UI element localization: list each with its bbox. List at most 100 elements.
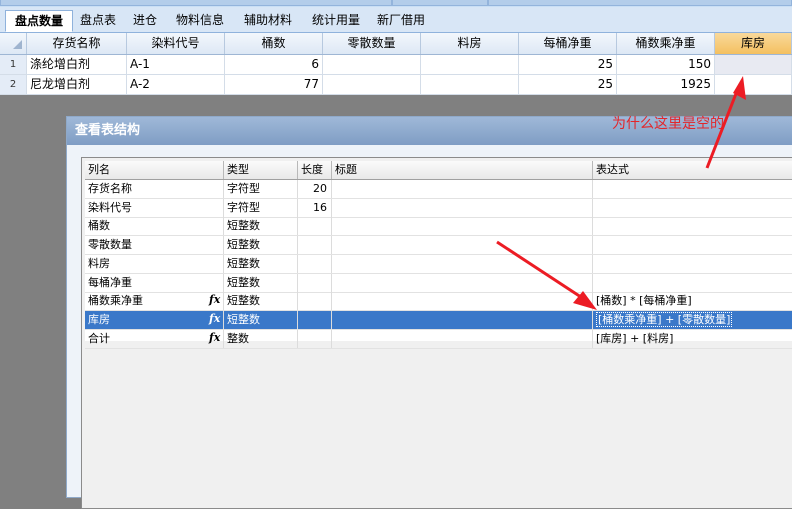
cell-expression[interactable]: [库房] + [料房] bbox=[593, 330, 792, 348]
cell-loose-qty[interactable] bbox=[323, 75, 421, 94]
cell-column-name[interactable]: 料房 bbox=[85, 254, 224, 273]
col-header-loose-qty[interactable]: 零散数量 bbox=[323, 33, 421, 54]
cell-length[interactable] bbox=[298, 236, 332, 255]
cell-material-room[interactable] bbox=[421, 55, 519, 74]
cell-item-name[interactable]: 涤纶增白剂 bbox=[27, 55, 127, 74]
tab-warehouse-in[interactable]: 进仓 bbox=[126, 10, 164, 30]
cell-type[interactable]: 短整数 bbox=[224, 254, 298, 273]
cell-caption[interactable] bbox=[332, 310, 593, 329]
top-strip-segment bbox=[0, 0, 392, 6]
cell-type[interactable]: 短整数 bbox=[224, 310, 298, 329]
cell-length[interactable]: 20 bbox=[298, 180, 332, 198]
grid-corner[interactable] bbox=[0, 33, 27, 54]
cell-caption[interactable] bbox=[332, 292, 593, 311]
cell-barrels[interactable]: 6 bbox=[225, 55, 323, 74]
cell-length[interactable]: 16 bbox=[298, 198, 332, 217]
cell-length[interactable] bbox=[298, 254, 332, 273]
structure-row[interactable]: 存货名称 字符型 20 bbox=[85, 180, 792, 199]
cell-barrels-times-net[interactable]: 150 bbox=[617, 55, 715, 74]
cell-expression[interactable] bbox=[593, 217, 792, 235]
cell-loose-qty[interactable] bbox=[323, 55, 421, 74]
cell-expression[interactable]: [桶数乘净重] + [零散数量] bbox=[593, 311, 792, 329]
col-header-length[interactable]: 长度 bbox=[298, 161, 332, 179]
tab-new-plant-borrow[interactable]: 新厂借用 bbox=[372, 10, 430, 30]
tab-usage-stats[interactable]: 统计用量 bbox=[304, 10, 368, 30]
cell-expression[interactable] bbox=[593, 236, 792, 254]
cell-column-name[interactable]: 库房 bbox=[85, 310, 224, 329]
col-header-material-room[interactable]: 料房 bbox=[421, 33, 519, 54]
cell-caption[interactable] bbox=[332, 329, 593, 348]
cell-barrels[interactable]: 77 bbox=[225, 75, 323, 94]
cell-length[interactable] bbox=[298, 273, 332, 292]
col-header-expression[interactable]: 表达式 bbox=[593, 161, 792, 179]
structure-row[interactable]: 零散数量 短整数 bbox=[85, 236, 792, 256]
cell-type[interactable]: 短整数 bbox=[224, 292, 298, 311]
cell-material-room[interactable] bbox=[421, 75, 519, 94]
cell-column-name[interactable]: 存货名称 bbox=[85, 180, 224, 198]
formula-icon: fx bbox=[209, 330, 221, 344]
cell-column-name[interactable]: 合计 bbox=[85, 329, 224, 348]
col-header-dye-code[interactable]: 染料代号 bbox=[127, 33, 225, 54]
structure-row[interactable]: 每桶净重 短整数 bbox=[85, 273, 792, 293]
cell-caption[interactable] bbox=[332, 254, 593, 273]
col-header-type[interactable]: 类型 bbox=[224, 161, 298, 179]
structure-row[interactable]: 库房 fx 短整数 [桶数乘净重] + [零散数量] bbox=[85, 310, 792, 330]
cell-expression[interactable] bbox=[593, 274, 792, 292]
cell-caption[interactable] bbox=[332, 217, 593, 236]
cell-column-name[interactable]: 染料代号 bbox=[85, 198, 224, 217]
cell-caption[interactable] bbox=[332, 180, 593, 198]
tab-inventory-sheet[interactable]: 盘点表 bbox=[74, 10, 122, 30]
structure-row[interactable]: 桶数 短整数 bbox=[85, 217, 792, 237]
cell-column-name[interactable]: 桶数 bbox=[85, 217, 224, 236]
col-header-warehouse[interactable]: 库房 bbox=[715, 33, 792, 54]
tab-bar: 盘点数量 盘点表 进仓 物料信息 辅助材料 统计用量 新厂借用 bbox=[0, 7, 792, 33]
structure-row[interactable]: 染料代号 字符型 16 bbox=[85, 198, 792, 218]
cell-length[interactable] bbox=[298, 292, 332, 311]
col-header-caption[interactable]: 标题 bbox=[332, 161, 593, 179]
cell-caption[interactable] bbox=[332, 236, 593, 255]
cell-type[interactable]: 短整数 bbox=[224, 273, 298, 292]
cell-dye-code[interactable]: A-2 bbox=[127, 75, 225, 94]
cell-type[interactable]: 字符型 bbox=[224, 198, 298, 217]
cell-column-name[interactable]: 零散数量 bbox=[85, 236, 224, 255]
tab-material-info[interactable]: 物料信息 bbox=[168, 10, 232, 30]
cell-type[interactable]: 字符型 bbox=[224, 180, 298, 198]
cell-expression[interactable] bbox=[593, 180, 792, 198]
cell-warehouse[interactable] bbox=[715, 55, 792, 74]
structure-row[interactable]: 合计 fx 整数 [库房] + [料房] bbox=[85, 329, 792, 349]
table-row[interactable]: 2 尼龙增白剂 A-2 77 25 1925 bbox=[0, 75, 792, 95]
cell-expression[interactable] bbox=[593, 255, 792, 273]
cell-dye-code[interactable]: A-1 bbox=[127, 55, 225, 74]
cell-expression[interactable]: [桶数] * [每桶净重] bbox=[593, 292, 792, 310]
col-header-net-per-barrel[interactable]: 每桶净重 bbox=[519, 33, 617, 54]
cell-caption[interactable] bbox=[332, 273, 593, 292]
cell-length[interactable] bbox=[298, 329, 332, 348]
tab-inventory-count[interactable]: 盘点数量 bbox=[5, 10, 73, 32]
table-structure-dialog: 查看表结构 列名 类型 长度 标题 表达式 存货名称 字符型 20 染料代号 字符型 16… bbox=[66, 116, 792, 509]
structure-row[interactable]: 料房 短整数 bbox=[85, 254, 792, 274]
col-header-barrels[interactable]: 桶数 bbox=[225, 33, 323, 54]
structure-header-row: 列名 类型 长度 标题 表达式 bbox=[85, 161, 792, 180]
tab-auxiliary-material[interactable]: 辅助材料 bbox=[236, 10, 300, 30]
question-annotation: 为什么这里是空的 bbox=[612, 116, 724, 132]
cell-item-name[interactable]: 尼龙增白剂 bbox=[27, 75, 127, 94]
cell-column-name[interactable]: 每桶净重 bbox=[85, 273, 224, 292]
col-header-column-name[interactable]: 列名 bbox=[85, 161, 224, 179]
cell-warehouse[interactable] bbox=[715, 75, 792, 94]
col-header-barrels-times-net[interactable]: 桶数乘净重 bbox=[617, 33, 715, 54]
cell-caption[interactable] bbox=[332, 198, 593, 217]
cell-net-per-barrel[interactable]: 25 bbox=[519, 55, 617, 74]
cell-length[interactable] bbox=[298, 310, 332, 329]
cell-net-per-barrel[interactable]: 25 bbox=[519, 75, 617, 94]
cell-length[interactable] bbox=[298, 217, 332, 236]
cell-type[interactable]: 整数 bbox=[224, 329, 298, 348]
col-header-item-name[interactable]: 存货名称 bbox=[27, 33, 127, 54]
cell-type[interactable]: 短整数 bbox=[224, 236, 298, 255]
cell-type[interactable]: 短整数 bbox=[224, 217, 298, 236]
cell-barrels-times-net[interactable]: 1925 bbox=[617, 75, 715, 94]
structure-row[interactable]: 桶数乘净重 fx 短整数 [桶数] * [每桶净重] bbox=[85, 292, 792, 312]
formula-icon: fx bbox=[209, 293, 221, 307]
cell-expression[interactable] bbox=[593, 199, 792, 217]
table-row[interactable]: 1 涤纶增白剂 A-1 6 25 150 bbox=[0, 55, 792, 75]
cell-column-name[interactable]: 桶数乘净重 bbox=[85, 292, 224, 311]
